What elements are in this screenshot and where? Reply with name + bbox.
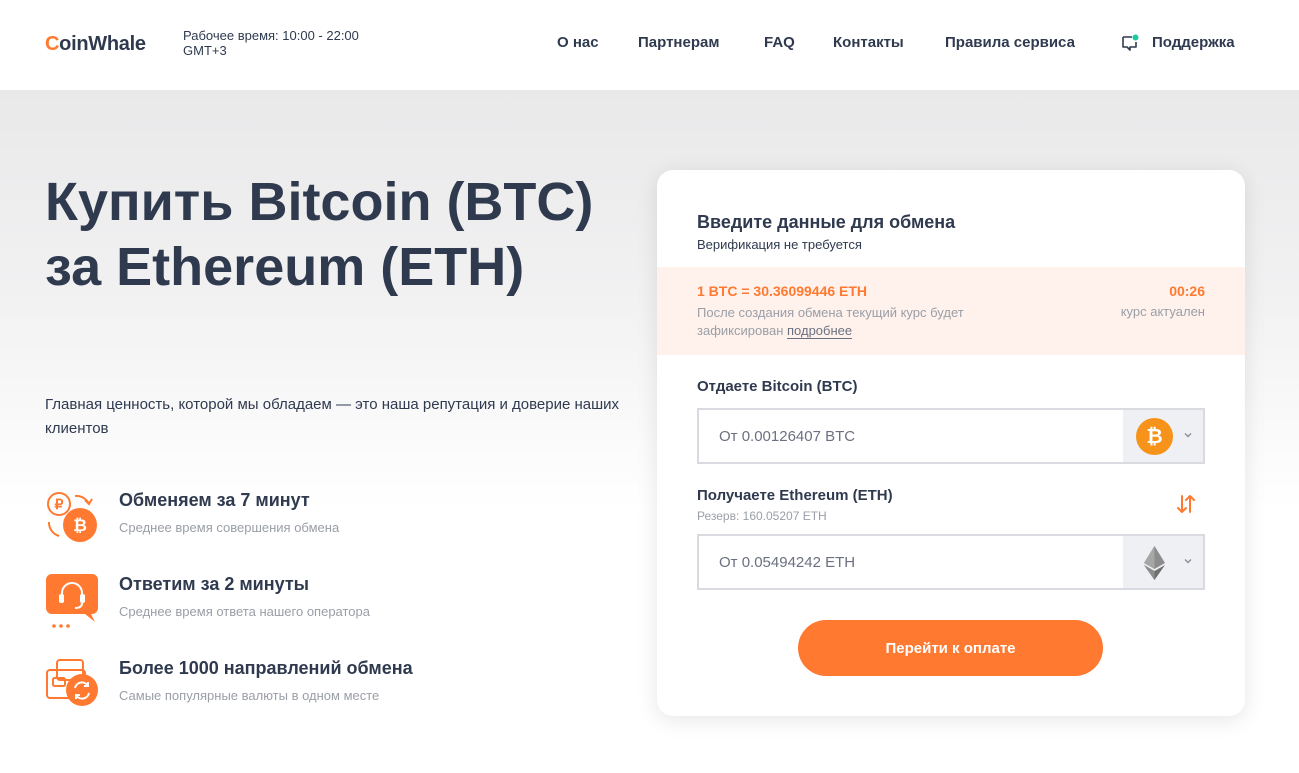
feature-description: Самые популярные валюты в одном месте <box>119 688 380 703</box>
page-title: Купить Bitcoin (BTC) за Ethereum (ETH) <box>45 172 594 297</box>
feature-item: Более 1000 направлений обмена Самые попу… <box>45 658 645 718</box>
chevron-down-icon <box>1184 559 1192 564</box>
feature-title: Ответим за 2 минуты <box>119 574 310 594</box>
rate-timer: 00:26 <box>1169 283 1205 299</box>
logo-first-letter: C <box>45 33 60 55</box>
logo-text: oinWhale <box>59 33 146 55</box>
svg-text:₿: ₿ <box>1146 426 1162 448</box>
exchange-form-title: Введите данные для обмена <box>697 212 956 232</box>
give-amount-input[interactable] <box>699 410 1123 462</box>
give-field: ₿ <box>697 408 1205 464</box>
rate-status: курс актуален <box>1120 304 1205 319</box>
feature-item: Ответим за 2 минуты Среднее время ответа… <box>45 574 645 634</box>
exchange-form-subtitle: Верификация не требуется <box>697 237 862 252</box>
rate-note: После создания обмена текущий курс будет… <box>697 304 1027 340</box>
proceed-to-payment-button[interactable]: Перейти к оплате <box>798 620 1103 676</box>
svg-text:₽: ₽ <box>55 496 64 512</box>
feature-title: Более 1000 направлений обмена <box>119 658 413 678</box>
reserve-amount: Резерв: 160.05207 ETH <box>697 509 827 523</box>
nav-partners[interactable]: Партнерам <box>638 34 719 51</box>
feature-item: ₽ ₿ Обменяем за 7 минут Среднее время со… <box>45 490 645 550</box>
nav-support[interactable]: Поддержка <box>1152 34 1235 51</box>
nav-rules[interactable]: Правила сервиса <box>945 34 1075 51</box>
feature-description: Среднее время совершения обмена <box>119 520 340 535</box>
site-header: CoinWhale Рабочее время: 10:00 - 22:00 G… <box>0 0 1299 90</box>
feature-title: Обменяем за 7 минут <box>119 490 310 510</box>
wallets-exchange-icon <box>46 659 98 706</box>
get-currency-select[interactable] <box>1123 536 1203 588</box>
feature-description: Среднее время ответа нашего оператора <box>119 604 370 619</box>
exchange-rate: 1 BTC = 30.36099446 ETH <box>697 283 868 299</box>
bitcoin-icon: ₿ <box>1136 418 1173 455</box>
rate-info: 1 BTC = 30.36099446 ETH После создания о… <box>657 267 1245 355</box>
get-field <box>697 534 1205 590</box>
headset-support-icon <box>46 574 98 628</box>
work-hours: Рабочее время: 10:00 - 22:00 GMT+3 <box>183 28 359 58</box>
chevron-down-icon <box>1184 433 1192 438</box>
swap-arrows-icon[interactable] <box>1174 492 1198 516</box>
exchange-form-card: Введите данные для обмена Верификация не… <box>657 170 1245 716</box>
nav-about[interactable]: О нас <box>557 34 599 51</box>
logo[interactable]: CoinWhale <box>45 33 146 56</box>
ethereum-icon <box>1144 546 1165 580</box>
rate-details-link[interactable]: подробнее <box>787 323 853 339</box>
give-currency-select[interactable]: ₿ <box>1123 410 1203 462</box>
hero-subtitle: Главная ценность, которой мы обладаем — … <box>45 396 620 437</box>
get-amount-input[interactable] <box>699 536 1123 588</box>
exchange-ruble-bitcoin-icon: ₽ ₿ <box>47 492 97 542</box>
chat-icon[interactable] <box>1120 33 1140 53</box>
nav-contacts[interactable]: Контакты <box>833 34 904 51</box>
give-label: Отдаете Bitcoin (BTC) <box>697 378 858 395</box>
svg-text:₿: ₿ <box>73 516 87 535</box>
nav-faq[interactable]: FAQ <box>764 34 795 51</box>
get-label: Получаете Ethereum (ETH) <box>697 487 893 504</box>
